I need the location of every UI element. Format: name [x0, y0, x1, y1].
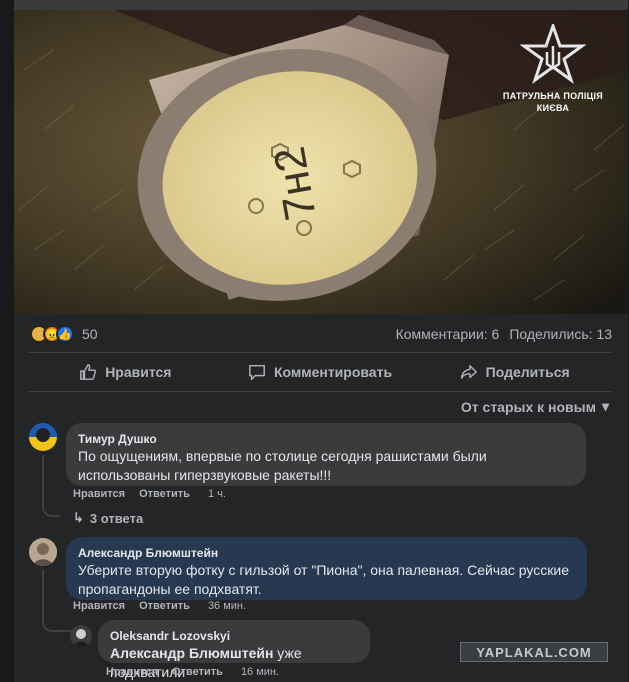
police-badge-line2: КИЄВА: [536, 103, 570, 113]
comment-bubble: Oleksandr Lozovskyi Александр Блюмштейн …: [98, 620, 370, 680]
user-avatar-icon: [29, 538, 57, 566]
comments-count[interactable]: Комментарии: 6: [396, 326, 500, 342]
avatar[interactable]: [29, 538, 57, 566]
like-reaction-icon[interactable]: 👍: [56, 325, 74, 343]
thread-connector: [42, 455, 60, 517]
share-icon: [460, 364, 477, 380]
site-watermark: YAPLAKAL.COM: [460, 642, 608, 662]
comment-text: Уберите вторую фотку с гильзой от "Пиона…: [78, 562, 569, 597]
post-top-strip: [14, 0, 628, 10]
sort-label: От старых к новым: [460, 398, 596, 415]
comment-button[interactable]: Комментировать: [223, 353, 418, 391]
shares-count[interactable]: Поделились: 13: [509, 326, 612, 342]
comment-like-link[interactable]: Нравится: [106, 666, 158, 678]
avatar[interactable]: [70, 625, 92, 647]
comment-author[interactable]: Александр Блюмштейн: [78, 545, 575, 561]
share-label: Поделиться: [485, 364, 570, 380]
comment-time[interactable]: 1 ч.: [208, 488, 226, 500]
comment-author[interactable]: Oleksandr Lozovskyi: [110, 628, 358, 644]
post-stats: ☹ 😠 👍 50 Комментарии: 6 Поделились: 13: [14, 318, 628, 350]
comment-label: Комментировать: [273, 364, 393, 380]
police-star-icon: [520, 24, 586, 84]
share-button[interactable]: Поделиться: [417, 353, 612, 391]
comment-reply-link[interactable]: Ответить: [139, 488, 190, 500]
comment-sort-dropdown[interactable]: От старых к новым ▾: [461, 398, 609, 415]
police-badge-line1: ПАТРУЛЬНА ПОЛІЦІЯ: [502, 91, 604, 101]
reply-arrow-icon: ↳: [73, 510, 84, 525]
comment-meta: Нравится Ответить 1 ч.: [73, 488, 226, 500]
comment-bubble: Александр Блюмштейн Уберите вторую фотку…: [66, 537, 587, 600]
comment-like-link[interactable]: Нравится: [73, 600, 125, 612]
comment-time[interactable]: 36 мин.: [208, 600, 246, 612]
comment-time[interactable]: 16 мин.: [241, 666, 279, 678]
comment-like-link[interactable]: Нравится: [73, 488, 125, 500]
post-actions: Нравится Комментировать Поделиться: [28, 352, 612, 392]
chevron-down-icon: ▾: [601, 398, 609, 414]
comment-meta: Нравится Ответить 36 мин.: [73, 600, 246, 612]
comment-text: По ощущениям, впервые по столице сегодня…: [78, 448, 487, 483]
mention-link[interactable]: Александр Блюмштейн: [110, 645, 273, 661]
user-avatar-icon: [29, 423, 57, 451]
comment-meta: Нравится Ответить 16 мин.: [106, 666, 279, 678]
post-photo[interactable]: 7н2 ПАТРУЛЬНА ПОЛІЦІЯ КИЄВА: [14, 10, 628, 314]
comment-reply-link[interactable]: Ответить: [172, 666, 223, 678]
view-replies-button[interactable]: ↳ 3 ответа: [73, 510, 143, 526]
comment-reply-link[interactable]: Ответить: [139, 600, 190, 612]
like-button[interactable]: Нравится: [28, 353, 223, 391]
comment-author[interactable]: Тимур Душко: [78, 431, 574, 447]
like-label: Нравится: [105, 364, 172, 380]
comment-icon: [249, 364, 265, 380]
reaction-count[interactable]: 50: [82, 326, 98, 342]
replies-label: 3 ответа: [89, 510, 144, 526]
comment-bubble: Тимур Душко По ощущениям, впервые по сто…: [66, 423, 586, 486]
user-avatar-icon: [70, 625, 92, 647]
police-logo: ПАТРУЛЬНА ПОЛІЦІЯ КИЄВА: [498, 24, 608, 114]
avatar[interactable]: [29, 423, 57, 451]
thumbs-up-icon: [80, 364, 97, 380]
